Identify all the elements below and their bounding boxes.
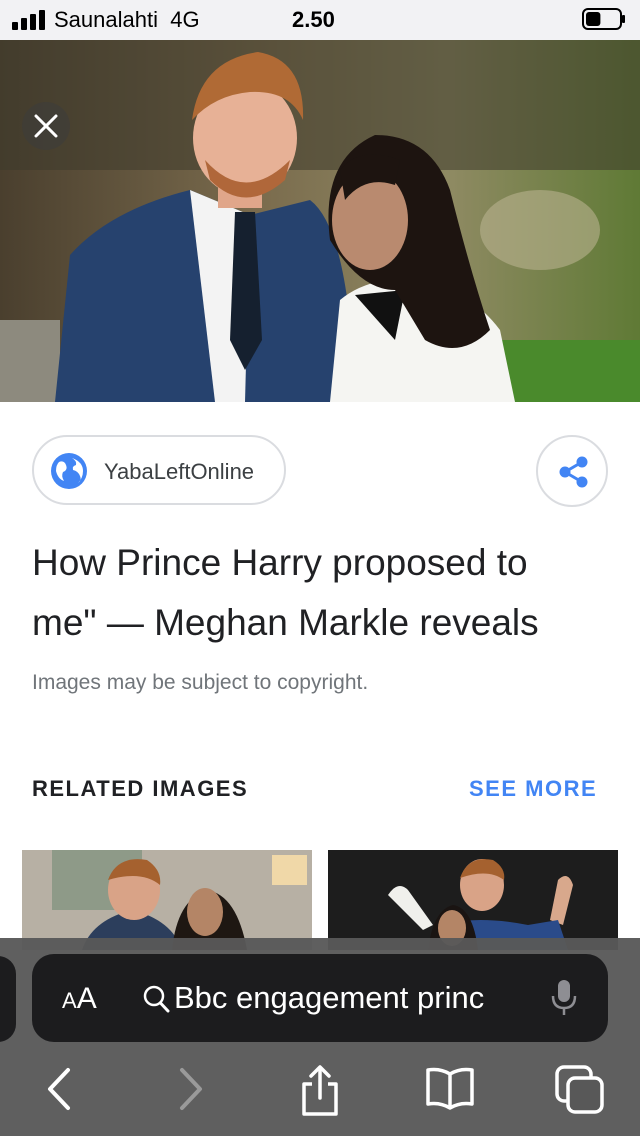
address-text[interactable]: Bbc engagement princ <box>174 980 524 1016</box>
article-title-line-1: How Prince Harry proposed to <box>32 542 528 583</box>
share-button[interactable] <box>536 435 608 507</box>
browser-toolbar: AA Bbc engagement princ <box>0 938 640 1136</box>
related-image-2[interactable] <box>328 850 618 950</box>
article-title-line-2: me" — Meghan Markle reveals <box>32 602 539 643</box>
photo-couple-portrait <box>0 40 640 402</box>
address-bar[interactable]: AA Bbc engagement princ <box>32 954 608 1042</box>
text-size-small-a: A <box>62 988 77 1013</box>
tabs-icon[interactable] <box>554 1064 606 1114</box>
battery-icon <box>582 8 625 30</box>
source-name: YabaLeftOnline <box>104 459 255 484</box>
related-images-heading: RELATED IMAGES <box>32 776 249 801</box>
related-image-2-photo <box>328 850 618 950</box>
forward-icon[interactable] <box>174 1064 208 1114</box>
share-sheet-icon[interactable] <box>298 1064 342 1118</box>
close-button[interactable] <box>22 102 70 150</box>
microphone-icon[interactable] <box>550 978 578 1018</box>
network-type: 4G <box>170 7 200 32</box>
related-image-1[interactable] <box>22 850 312 950</box>
status-time: 2.50 <box>292 7 335 32</box>
copyright-note: Images may be subject to copyright. <box>32 671 369 694</box>
bookmarks-icon[interactable] <box>424 1064 476 1112</box>
globe-icon <box>51 453 87 489</box>
reader-settings-button[interactable]: AA <box>62 982 97 1016</box>
share-icon <box>559 456 588 488</box>
carrier-info: Saunalahti 4G <box>54 7 200 33</box>
status-bar: Saunalahti 4G 2.50 <box>0 0 640 40</box>
source-link[interactable]: YabaLeftOnline <box>32 435 286 505</box>
previous-tab-edge[interactable] <box>0 956 16 1042</box>
signal-strength-icon <box>12 10 48 30</box>
carrier-name: Saunalahti <box>54 7 158 32</box>
close-icon <box>34 114 58 138</box>
see-more-link[interactable]: SEE MORE <box>469 776 597 802</box>
article-title[interactable]: How Prince Harry proposed to me" — Megha… <box>32 533 612 653</box>
back-icon[interactable] <box>42 1064 76 1114</box>
hero-image[interactable] <box>0 40 640 402</box>
related-image-1-photo <box>22 850 312 950</box>
search-icon <box>143 985 170 1013</box>
text-size-large-a: A <box>76 982 97 1015</box>
